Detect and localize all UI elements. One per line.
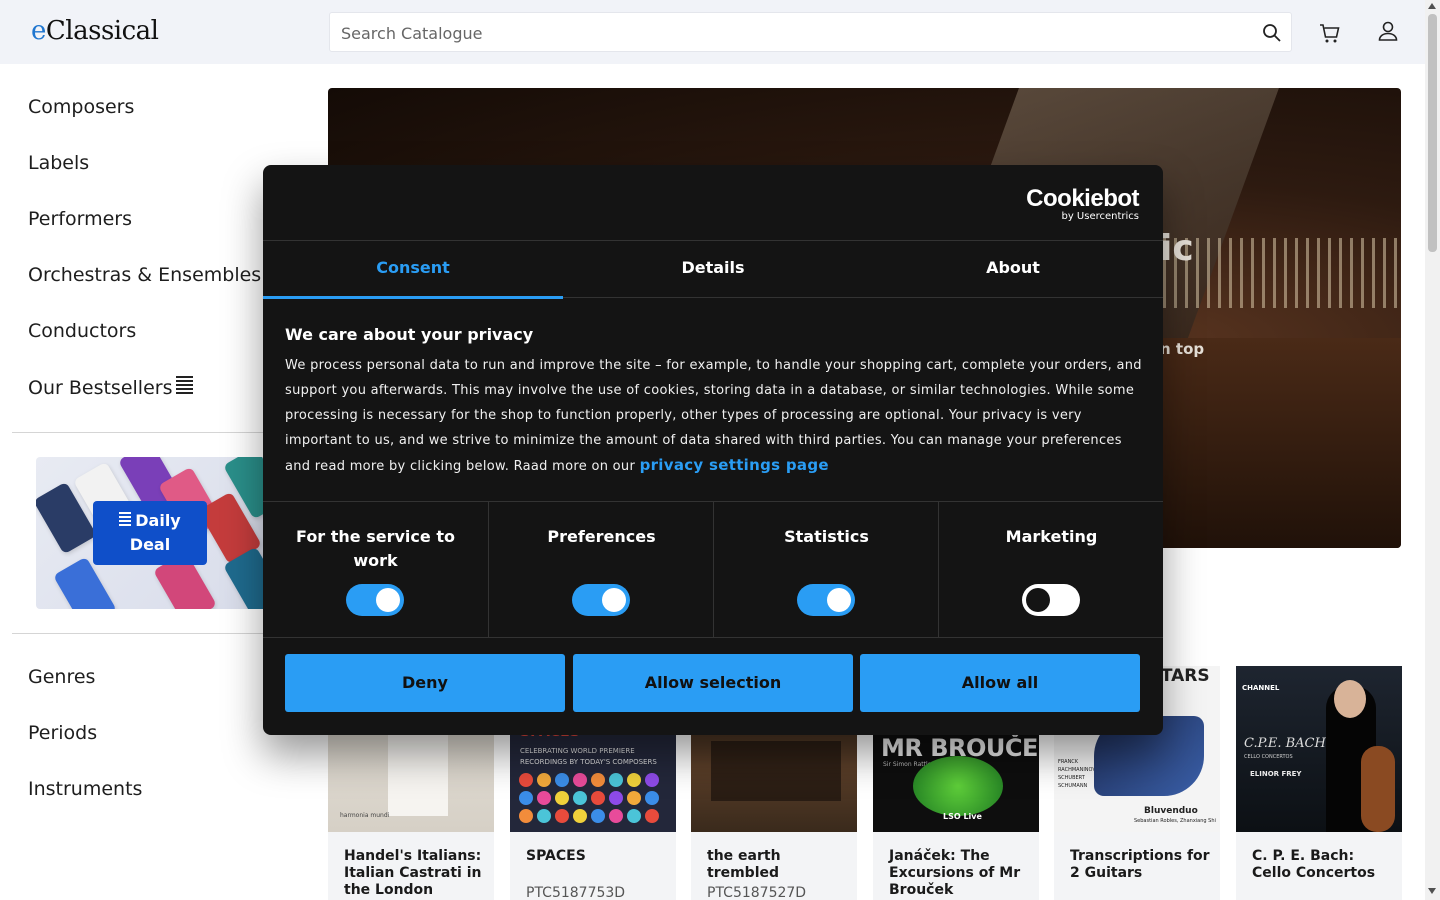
cover-dots-pattern — [519, 773, 659, 823]
sidebar-item-bestsellers[interactable]: Our Bestsellers — [28, 376, 194, 399]
product-title: C. P. E. Bach: Cello Concertos — [1252, 848, 1376, 881]
cookiebot-logo: Cookiebot by Usercentrics — [1026, 187, 1139, 223]
cover-artist: Bluvenduo — [1144, 806, 1198, 816]
toggle-group-necessary: For the service to work — [263, 502, 488, 638]
bestseller-bars-icon — [176, 376, 194, 396]
product-title: Janáček: The Excursions of Mr Brouček — [889, 848, 1021, 898]
toggle-label: Marketing — [1005, 527, 1098, 546]
site-header: eClassical — [0, 0, 1425, 64]
sidebar-item-composers[interactable]: Composers — [28, 96, 134, 118]
cookie-toggle-row: For the service to work Preferences Stat… — [263, 501, 1163, 638]
daily-deal-button[interactable]: Daily Deal — [93, 501, 207, 565]
necessary-toggle[interactable] — [346, 584, 404, 616]
scroll-down-arrow-icon[interactable] — [1428, 888, 1436, 894]
allow-selection-button[interactable]: Allow selection — [573, 654, 853, 712]
cookiebot-brand: Cookiebot — [1026, 185, 1139, 212]
daily-deal-label-2: Deal — [129, 535, 171, 554]
statistics-toggle[interactable] — [797, 584, 855, 616]
toggle-group-statistics: Statistics — [713, 502, 938, 638]
cover-subtitle: CELEBRATING WORLD PREMIERE RECORDINGS BY… — [520, 747, 657, 766]
scroll-up-arrow-icon[interactable] — [1428, 3, 1436, 9]
preferences-toggle[interactable] — [572, 584, 630, 616]
cover-composers: FRANCK RACHMANINOV SCHUBERT SCHUMANN — [1058, 759, 1096, 789]
privacy-settings-link[interactable]: privacy settings page — [640, 456, 829, 474]
product-card[interactable]: CHANNEL C.P.E. BACH CELLO CONCERTOS ELIN… — [1236, 666, 1402, 900]
toggle-knob — [602, 588, 626, 612]
product-title: the earth trembled — [707, 848, 781, 881]
cover-artists: Sebastian Robles, Zhanxiang Shi — [1134, 818, 1216, 824]
cover-label: CHANNEL — [1242, 684, 1280, 692]
product-title: SPACES — [526, 848, 586, 864]
toggle-knob — [376, 588, 400, 612]
scrollbar-thumb[interactable] — [1428, 14, 1437, 252]
performer-face — [1334, 680, 1366, 718]
product-code: PTC5187753D — [526, 885, 626, 900]
product-title: Transcriptions for 2 Guitars — [1070, 848, 1210, 881]
sidebar-divider — [12, 432, 292, 433]
bars-icon — [119, 512, 132, 528]
cookie-consent-dialog: Cookiebot by Usercentrics Consent Detail… — [263, 165, 1163, 735]
sidebar-item-conductors[interactable]: Conductors — [28, 320, 136, 342]
page-scrollbar[interactable] — [1425, 0, 1440, 900]
cart-icon[interactable] — [1318, 21, 1342, 45]
toggle-label: For the service to work — [296, 527, 455, 570]
search-box — [329, 12, 1292, 52]
cover-artist: ELINOR FREY — [1250, 770, 1302, 778]
ensemble-photo — [711, 741, 841, 801]
cover-subtitle: CELLO CONCERTOS — [1244, 754, 1293, 760]
tab-about[interactable]: About — [863, 241, 1163, 299]
toggle-knob — [827, 588, 851, 612]
toggle-knob — [1026, 588, 1050, 612]
sidebar-item-performers[interactable]: Performers — [28, 208, 132, 230]
cookiebot-brand-sub: by Usercentrics — [1061, 211, 1139, 222]
hero-title-fragment: ic — [1160, 228, 1194, 269]
search-input[interactable] — [341, 22, 1241, 44]
toggle-label: Preferences — [547, 527, 656, 546]
sidebar-item-instruments[interactable]: Instruments — [28, 778, 142, 800]
toggle-group-preferences: Preferences — [488, 502, 713, 638]
label-logo: harmonia mundi — [340, 812, 390, 819]
cello-image — [1361, 746, 1395, 832]
allow-all-button[interactable]: Allow all — [860, 654, 1140, 712]
sidebar-item-periods[interactable]: Periods — [28, 722, 97, 744]
product-code: PTC5187527D — [707, 885, 807, 900]
tab-consent[interactable]: Consent — [263, 241, 563, 299]
sidebar-item-labels[interactable]: Labels — [28, 152, 89, 174]
user-icon[interactable] — [1376, 20, 1400, 44]
toggle-label: Statistics — [784, 527, 869, 546]
sidebar-item-genres[interactable]: Genres — [28, 666, 95, 688]
cookie-body-text: We process personal data to run and impr… — [285, 353, 1145, 479]
cookie-tabs: Consent Details About — [263, 240, 1163, 299]
cover-label: LSO Live — [943, 812, 982, 821]
sidebar-divider — [12, 633, 292, 634]
site-logo[interactable]: eClassical — [31, 16, 159, 46]
cookie-heading: We care about your privacy — [285, 325, 534, 344]
cover-art — [913, 756, 1003, 816]
deny-button[interactable]: Deny — [285, 654, 565, 712]
logo-e: e — [31, 16, 46, 46]
daily-deal-label: Daily — [135, 511, 181, 530]
product-title: Handel's Italians: Italian Castrati in t… — [344, 848, 482, 898]
marketing-toggle[interactable] — [1022, 584, 1080, 616]
tab-details[interactable]: Details — [563, 241, 863, 299]
search-icon[interactable] — [1261, 22, 1283, 44]
hero-subtitle-fragment: n top — [1160, 340, 1205, 358]
sidebar-item-orchestras[interactable]: Orchestras & Ensembles — [28, 264, 261, 286]
bestsellers-label: Our Bestsellers — [28, 377, 173, 399]
album-cover: CHANNEL C.P.E. BACH CELLO CONCERTOS ELIN… — [1236, 666, 1402, 832]
cover-title: C.P.E. BACH — [1244, 736, 1326, 751]
logo-text: Classical — [45, 16, 159, 46]
toggle-group-marketing: Marketing — [938, 502, 1163, 638]
